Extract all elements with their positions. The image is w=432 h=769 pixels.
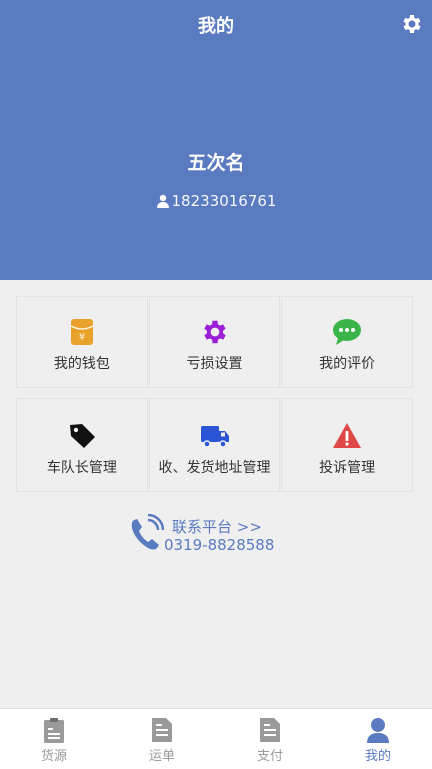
tab-payment[interactable]: 支付 xyxy=(216,709,324,769)
user-icon xyxy=(156,194,169,208)
menu-item-label: 亏损设置 xyxy=(186,356,243,372)
menu-item-label: 车队长管理 xyxy=(46,460,117,476)
wallet-icon: ¥ xyxy=(70,319,94,345)
phone-icon xyxy=(131,514,164,550)
gear-icon xyxy=(203,320,226,344)
menu-item-loss-settings[interactable]: 亏损设置 xyxy=(148,296,281,388)
gear-icon[interactable] xyxy=(400,12,424,36)
menu-item-label: 我的评价 xyxy=(319,356,376,372)
tab-label: 运单 xyxy=(148,749,175,764)
phone-number: 18233016761 xyxy=(171,192,277,210)
menu-item-reviews[interactable]: 我的评价 xyxy=(281,296,414,388)
menu-item-label: 收、发货地址管理 xyxy=(158,460,271,476)
contact-platform-link[interactable]: 联系平台 >> 0319-8828588 xyxy=(128,514,328,558)
document-icon xyxy=(260,718,280,742)
menu-grid: ¥ 我的钱包 亏损设置 我的评价 车队长管理 收、发货地址管理 投诉管理 xyxy=(16,296,414,492)
menu-item-label: 我的钱包 xyxy=(53,356,110,372)
chat-bubble-icon xyxy=(333,319,362,345)
page-title: 我的 xyxy=(198,16,234,37)
user-icon xyxy=(367,718,389,743)
contact-label: 联系平台 >> xyxy=(172,518,262,536)
svg-text:¥: ¥ xyxy=(79,332,85,343)
tab-label: 支付 xyxy=(256,749,283,764)
tab-cargo-source[interactable]: 货源 xyxy=(0,709,108,769)
document-icon xyxy=(152,718,172,742)
tag-icon xyxy=(69,424,95,448)
bottom-tab-bar: 货源 运单 支付 我的 xyxy=(0,708,432,769)
menu-item-complaints[interactable]: 投诉管理 xyxy=(281,398,414,492)
tab-label: 我的 xyxy=(364,749,391,764)
truck-icon xyxy=(200,426,229,448)
menu-item-address[interactable]: 收、发货地址管理 xyxy=(148,398,281,492)
clipboard-icon xyxy=(44,718,64,743)
contact-phone: 0319-8828588 xyxy=(164,536,275,554)
warning-icon xyxy=(333,423,362,448)
user-phone: 18233016761 xyxy=(0,192,432,210)
menu-item-label: 投诉管理 xyxy=(319,460,376,476)
tab-waybill[interactable]: 运单 xyxy=(108,709,216,769)
profile-header: 我的 五次名 18233016761 xyxy=(0,0,432,280)
menu-item-fleet-captain[interactable]: 车队长管理 xyxy=(16,398,148,492)
menu-item-wallet[interactable]: ¥ 我的钱包 xyxy=(16,296,148,388)
tab-mine[interactable]: 我的 xyxy=(324,709,432,769)
tab-label: 货源 xyxy=(40,749,67,764)
user-name: 五次名 xyxy=(187,152,245,174)
